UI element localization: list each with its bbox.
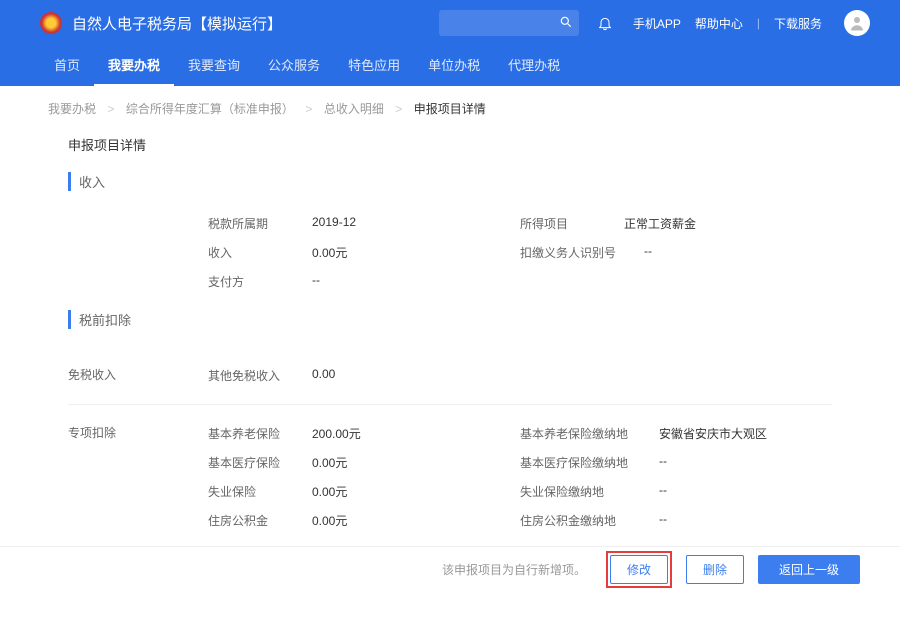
field-value: 安徽省安庆市大观区 [659,425,767,442]
field-label: 支付方 [208,273,298,290]
nav-public-service[interactable]: 公众服务 [254,46,334,86]
app-title: 自然人电子税务局【模拟运行】 [72,13,439,34]
nav-handle-tax[interactable]: 我要办税 [94,46,174,86]
field-value: -- [659,483,667,500]
field-value: -- [659,512,667,529]
nav-agent-tax[interactable]: 代理办税 [494,46,574,86]
field-label: 失业保险 [208,483,298,500]
breadcrumb-item[interactable]: 综合所得年度汇算（标准申报） [126,102,294,116]
chevron-right-icon: > [107,103,114,117]
breadcrumb-current: 申报项目详情 [414,102,486,116]
breadcrumb: 我要办税 > 综合所得年度汇算（标准申报） > 总收入明细 > 申报项目详情 [0,86,900,131]
field-value: 0.00元 [312,483,347,500]
nav-query[interactable]: 我要查询 [174,46,254,86]
field-label: 失业保险缴纳地 [520,483,645,500]
app-logo [40,12,62,34]
bell-icon[interactable] [597,15,613,31]
search-icon [559,15,573,29]
field-value: 0.00元 [312,454,347,471]
nav-unit-tax[interactable]: 单位办税 [414,46,494,86]
help-center-link[interactable]: 帮助中心 [695,15,743,32]
field-value: -- [312,273,320,290]
section-deduct-title: 税前扣除 [68,310,832,329]
highlight-box: 修改 [606,551,672,588]
field-label: 住房公积金缴纳地 [520,512,645,529]
field-value: 0.00元 [312,244,347,261]
nav-home[interactable]: 首页 [40,46,94,86]
chevron-right-icon: > [395,103,402,117]
back-button[interactable]: 返回上一级 [758,555,860,584]
breadcrumb-item[interactable]: 总收入明细 [324,102,384,116]
nav-feature[interactable]: 特色应用 [334,46,414,86]
subsection-label: 免税收入 [68,361,208,390]
modify-button[interactable]: 修改 [610,555,668,584]
field-label: 所得项目 [520,215,610,232]
field-label: 基本养老保险缴纳地 [520,425,645,442]
divider: | [757,16,760,30]
footer-bar: 该申报项目为自行新增项。 修改 删除 返回上一级 [0,546,900,592]
chevron-right-icon: > [305,103,312,117]
field-label: 基本养老保险 [208,425,298,442]
page-title: 申报项目详情 [68,135,832,154]
field-label: 税款所属期 [208,215,298,232]
download-link[interactable]: 下载服务 [774,15,822,32]
field-label: 住房公积金 [208,512,298,529]
subsection-label: 专项扣除 [68,419,208,535]
field-label: 基本医疗保险缴纳地 [520,454,645,471]
search-input[interactable] [439,10,579,36]
field-value: 0.00 [312,367,335,384]
breadcrumb-item[interactable]: 我要办税 [48,102,96,116]
field-label: 扣缴义务人识别号 [520,244,630,261]
field-label: 基本医疗保险 [208,454,298,471]
field-label: 其他免税收入 [208,367,298,384]
section-income-title: 收入 [68,172,832,191]
field-value: -- [644,244,652,261]
field-value: 正常工资薪金 [624,215,696,232]
mobile-app-link[interactable]: 手机APP [633,15,681,32]
field-label: 收入 [208,244,298,261]
delete-button[interactable]: 删除 [686,555,744,584]
field-value: -- [659,454,667,471]
footer-note: 该申报项目为自行新增项。 [442,561,586,578]
field-value: 2019-12 [312,215,356,232]
avatar[interactable] [844,10,870,36]
field-value: 0.00元 [312,512,347,529]
main-nav: 首页 我要办税 我要查询 公众服务 特色应用 单位办税 代理办税 [0,46,900,86]
field-value: 200.00元 [312,425,361,442]
